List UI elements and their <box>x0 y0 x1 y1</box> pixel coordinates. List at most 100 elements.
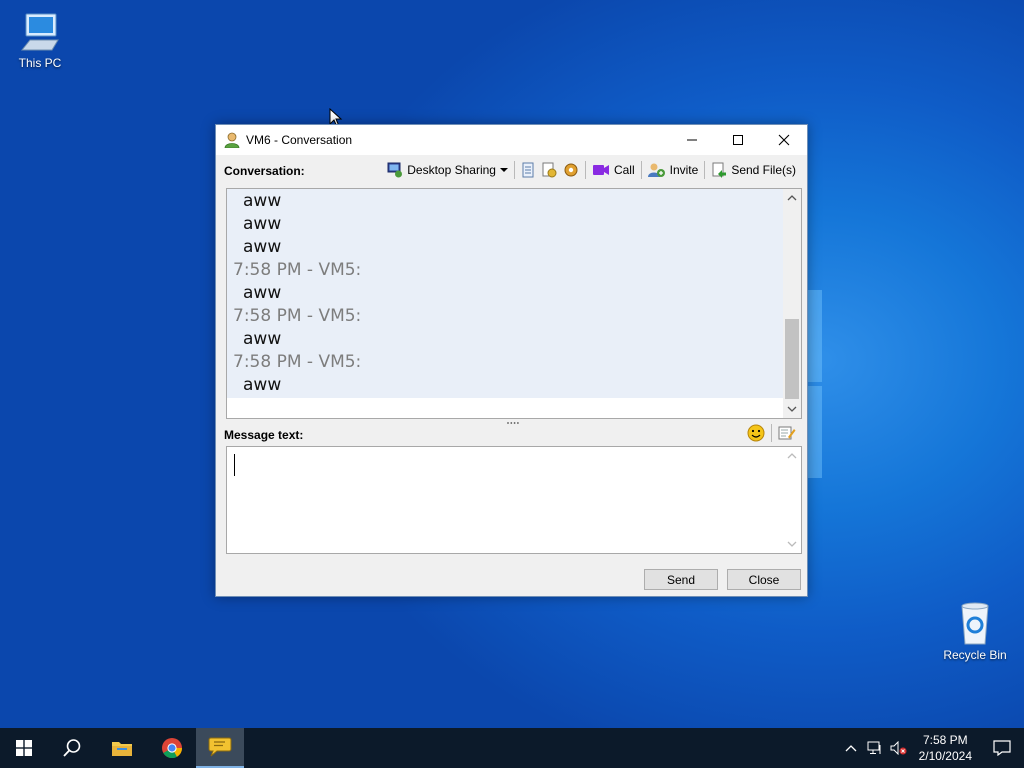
send-file-icon <box>712 162 727 178</box>
scroll-up-button[interactable] <box>783 189 801 206</box>
desktop-icon-label: Recycle Bin <box>943 648 1007 662</box>
chrome-icon <box>162 738 183 759</box>
close-button[interactable]: Close <box>727 569 801 590</box>
title-bar[interactable]: VM6 - Conversation <box>216 125 807 155</box>
recycle-bin-icon <box>961 602 989 645</box>
splitter-handle[interactable] <box>506 419 520 427</box>
conversation-scrollbar[interactable] <box>783 189 801 418</box>
chevron-up-icon <box>845 745 857 752</box>
invite-users-icon <box>647 163 665 177</box>
conversation-toolbar: Conversation: Desktop Sharing Call Invit… <box>216 155 807 185</box>
message-text: aww <box>243 375 282 395</box>
message-text: aww <box>243 191 282 211</box>
window-title: VM6 - Conversation <box>246 133 353 147</box>
edit-note-icon <box>778 426 796 440</box>
video-camera-icon <box>592 165 609 175</box>
dropdown-arrow-icon <box>499 168 508 172</box>
message-tools <box>744 423 799 443</box>
taskbar: 7:58 PM 2/10/2024 <box>0 728 1024 768</box>
windows-logo-glow <box>808 386 822 478</box>
conversation-window: VM6 - Conversation Conversation: Desktop… <box>215 124 808 597</box>
minimize-button[interactable] <box>669 125 715 155</box>
history-icon <box>522 162 534 178</box>
contact-icon <box>224 132 240 148</box>
smiley-icon <box>747 424 765 442</box>
message-header: 7:58 PM - VM5: <box>233 260 362 280</box>
desktop-sharing-icon <box>387 162 403 178</box>
folder-icon <box>112 742 132 756</box>
send-files-label: Send File(s) <box>731 163 796 177</box>
maximize-button[interactable] <box>715 125 761 155</box>
toolbar-separator <box>771 424 772 442</box>
chevron-down-icon <box>787 406 797 412</box>
notifications-button[interactable] <box>980 728 1024 768</box>
clock-time: 7:58 PM <box>922 733 968 747</box>
close-icon <box>778 134 790 146</box>
gear-icon <box>564 163 578 177</box>
scroll-up-button[interactable] <box>783 447 801 464</box>
scroll-down-button[interactable] <box>783 536 801 553</box>
desktop-icon-this-pc[interactable]: This PC <box>0 10 80 70</box>
message-text: aww <box>243 214 282 234</box>
chevron-up-icon <box>787 195 797 201</box>
message-input[interactable] <box>227 447 783 553</box>
taskbar-chrome[interactable] <box>148 728 196 768</box>
invite-button[interactable]: Invite <box>645 160 702 180</box>
message-scrollbar[interactable] <box>783 447 801 553</box>
format-button[interactable] <box>775 423 799 443</box>
history-button[interactable] <box>518 160 538 180</box>
message-text-label: Message text: <box>224 428 304 442</box>
show-hidden-icons-button[interactable] <box>839 728 863 768</box>
clock-date: 2/10/2024 <box>918 749 972 763</box>
start-button[interactable] <box>0 728 48 768</box>
desktop-icon-recycle-bin[interactable]: Recycle Bin <box>935 600 1015 662</box>
message-input-area[interactable] <box>226 446 802 554</box>
message-text: aww <box>243 283 282 303</box>
message-text: aww <box>243 237 282 257</box>
text-caret <box>234 454 235 476</box>
message-header: 7:58 PM - VM5: <box>233 352 362 372</box>
close-window-button[interactable] <box>761 125 807 155</box>
windows-start-icon <box>16 740 32 756</box>
desktop-sharing-button[interactable]: Desktop Sharing <box>384 160 511 180</box>
chevron-down-icon <box>787 541 797 547</box>
conversation-messages: aww aww aww 7:58 PM - VM5: aww 7:58 PM -… <box>227 189 783 398</box>
volume-button[interactable] <box>887 728 911 768</box>
send-files-button[interactable]: Send File(s) <box>708 160 799 180</box>
notification-icon <box>993 740 1011 756</box>
message-header: 7:58 PM - VM5: <box>233 306 362 326</box>
call-button[interactable]: Call <box>589 160 638 180</box>
invite-label: Invite <box>669 163 699 177</box>
message-text: aww <box>243 329 282 349</box>
windows-logo-glow <box>808 290 822 382</box>
volume-muted-icon <box>890 741 907 755</box>
computer-icon <box>20 13 59 51</box>
conversation-history[interactable]: aww aww aww 7:58 PM - VM5: aww 7:58 PM -… <box>226 188 802 419</box>
toolbar-separator <box>584 161 586 179</box>
desktop-icon-label: This PC <box>18 56 62 70</box>
chat-bubble-icon <box>208 737 232 757</box>
taskbar-file-explorer[interactable] <box>98 728 146 768</box>
scrollbar-thumb[interactable] <box>785 319 799 399</box>
scroll-down-button[interactable] <box>783 401 801 418</box>
call-label: Call <box>613 163 635 177</box>
system-tray: 7:58 PM 2/10/2024 <box>839 728 1024 768</box>
network-button[interactable] <box>863 728 887 768</box>
chevron-up-icon <box>787 453 797 459</box>
toolbar-separator <box>513 161 515 179</box>
document-info-icon <box>542 162 557 178</box>
minimize-icon <box>687 139 697 141</box>
taskbar-messenger[interactable] <box>196 728 244 768</box>
desktop-sharing-label: Desktop Sharing <box>407 163 496 177</box>
emoticon-button[interactable] <box>744 423 768 443</box>
settings-button[interactable] <box>560 160 582 180</box>
toolbar-separator <box>704 161 706 179</box>
conversation-label: Conversation: <box>224 164 305 178</box>
file-info-button[interactable] <box>538 160 560 180</box>
search-icon <box>63 739 81 757</box>
send-button[interactable]: Send <box>644 569 718 590</box>
search-button[interactable] <box>48 728 96 768</box>
network-icon <box>867 741 881 754</box>
clock[interactable]: 7:58 PM 2/10/2024 <box>911 732 980 764</box>
toolbar-separator <box>640 161 642 179</box>
